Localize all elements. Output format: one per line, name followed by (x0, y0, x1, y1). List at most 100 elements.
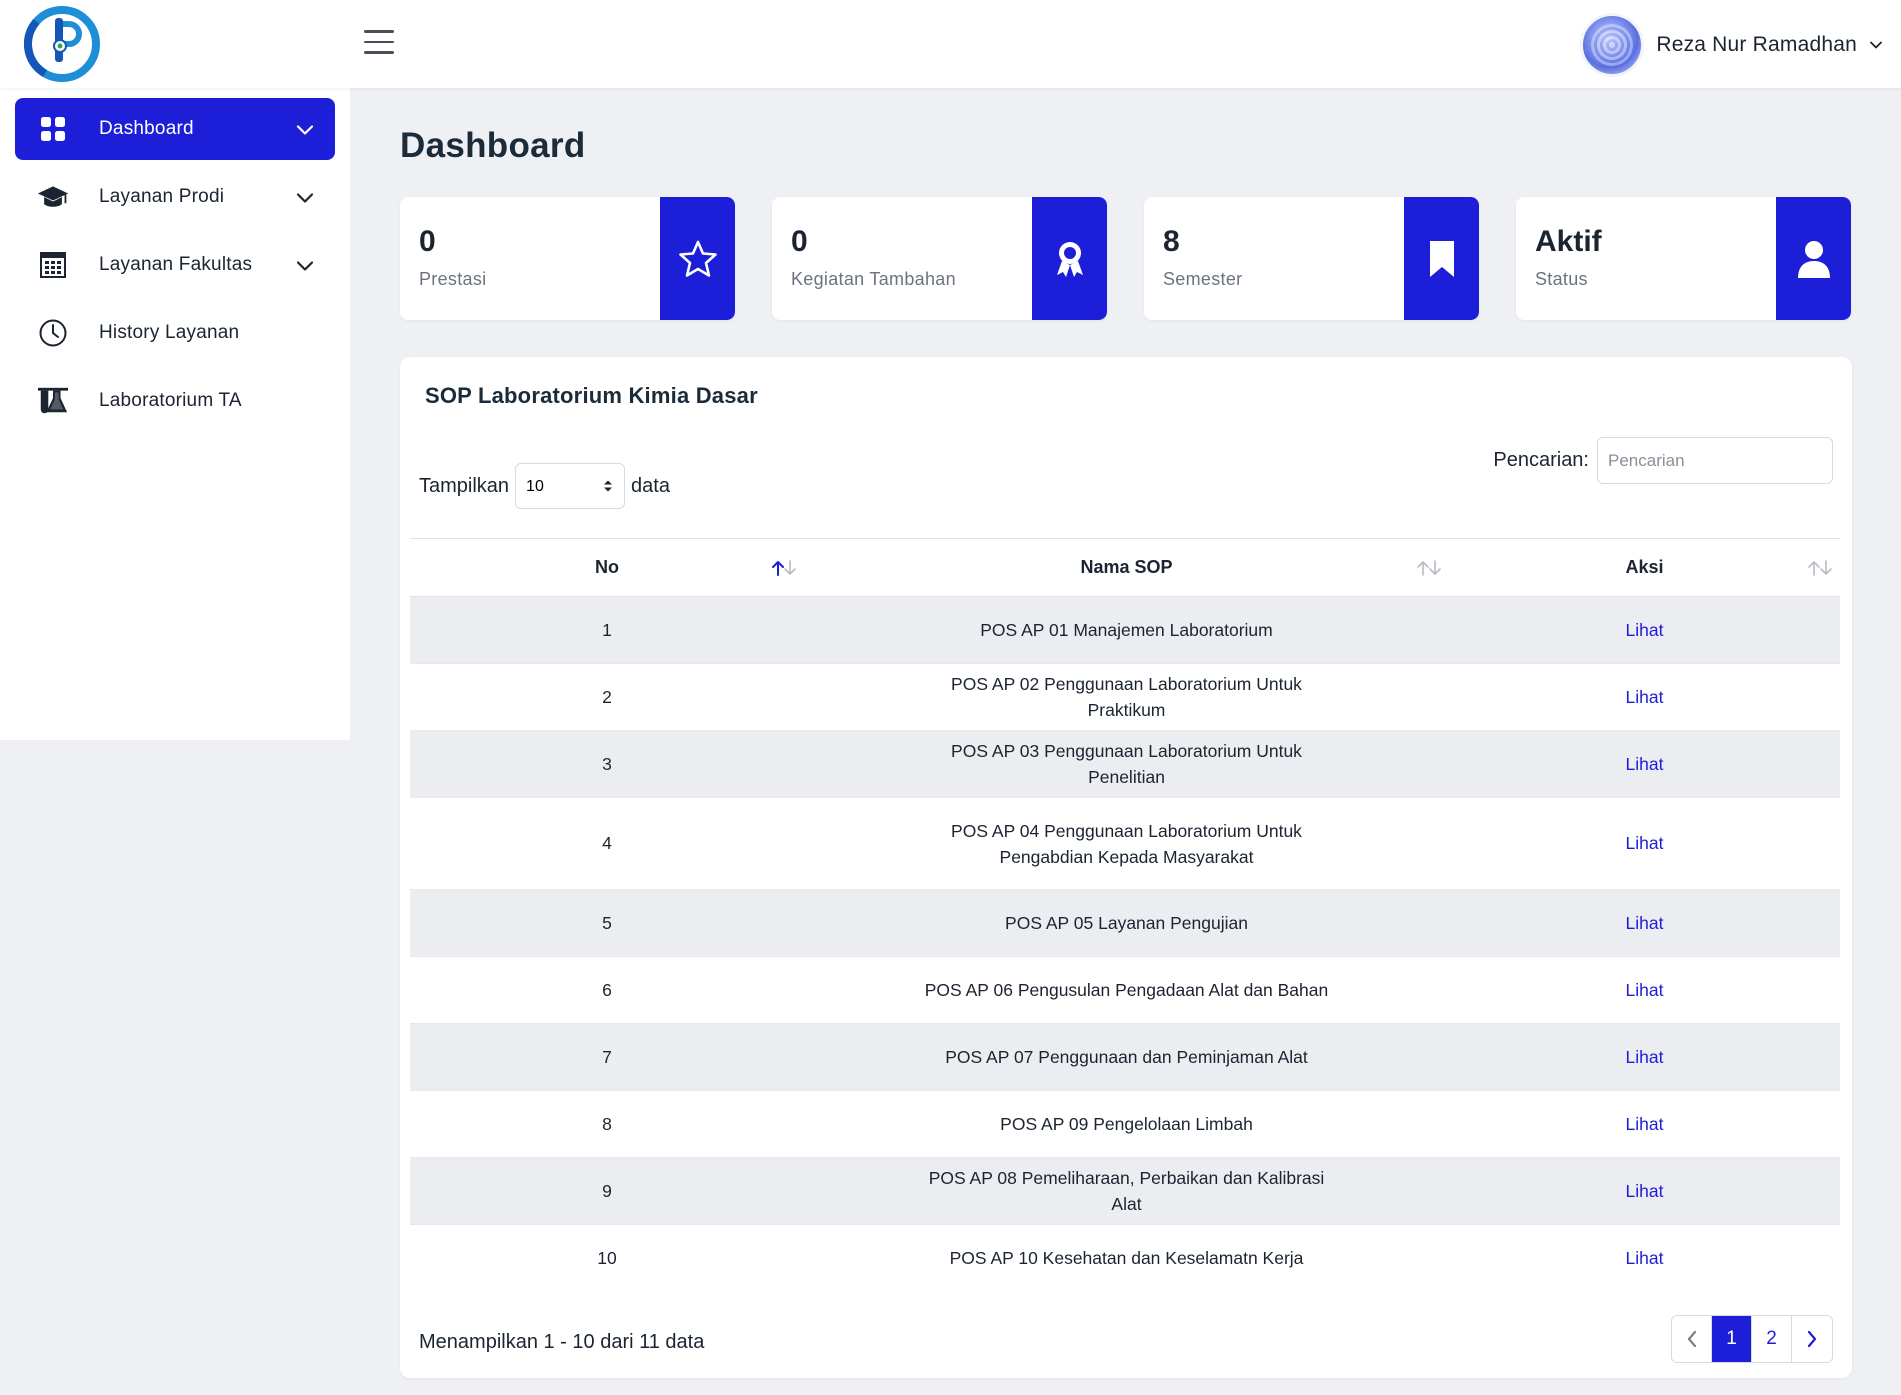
top-bar: Reza Nur Ramadhan (0, 0, 1901, 88)
column-header-aksi[interactable]: Aksi (1449, 538, 1840, 597)
row-number: 3 (410, 730, 804, 798)
sidebar-item-label: Dashboard (99, 118, 194, 139)
sidebar-item-label: Layanan Prodi (99, 186, 225, 207)
row-action: Lihat (1449, 797, 1840, 890)
pagination-next-button[interactable] (1792, 1316, 1832, 1362)
column-header-label: Nama SOP (1080, 557, 1173, 577)
column-header-no[interactable]: No (410, 538, 804, 597)
table-row: 2 POS AP 02 Penggunaan Laboratorium Untu… (410, 663, 1840, 731)
table-row: 7 POS AP 07 Penggunaan dan Peminjaman Al… (410, 1023, 1840, 1091)
table-row: 1 POS AP 01 Manajemen Laboratorium Lihat (410, 596, 1840, 664)
page-length-select[interactable]: 10 (515, 463, 626, 509)
sidebar-item-layanan-fakultas[interactable]: Layanan Fakultas (15, 234, 335, 296)
hamburger-line (364, 51, 394, 54)
view-link[interactable]: Lihat (1626, 833, 1664, 853)
hamburger-line (364, 40, 394, 43)
table-row: 6 POS AP 06 Pengusulan Pengadaan Alat da… (410, 956, 1840, 1024)
table-row: 9 POS AP 08 Pemeliharaan, Perbaikan dan … (410, 1157, 1840, 1225)
sidebar-item-label: Layanan Fakultas (99, 254, 253, 275)
length-prefix: Tampilkan (419, 474, 510, 497)
sidebar-item-layanan-prodi[interactable]: Layanan Prodi (15, 166, 335, 228)
row-action: Lihat (1449, 663, 1840, 731)
sop-card: SOP Laboratorium Kimia Dasar Tampilkan 1… (400, 357, 1852, 1378)
row-action: Lihat (1449, 1157, 1840, 1225)
view-link[interactable]: Lihat (1626, 1047, 1664, 1067)
sort-ascending-icon (772, 560, 796, 576)
table-info: Menampilkan 1 - 10 dari 11 data (419, 1331, 705, 1353)
table-row: 8 POS AP 09 Pengelolaan Limbah Lihat (410, 1090, 1840, 1158)
hamburger-line (364, 30, 394, 33)
sop-name: POS AP 01 Manajemen Laboratorium (804, 596, 1449, 664)
table-row: 4 POS AP 04 Penggunaan Laboratorium Untu… (410, 797, 1840, 890)
stat-card-status: Aktif Status (1516, 197, 1851, 320)
row-action: Lihat (1449, 1023, 1840, 1091)
view-link[interactable]: Lihat (1626, 620, 1664, 640)
app-logo[interactable] (24, 6, 100, 82)
view-link[interactable]: Lihat (1626, 1248, 1664, 1268)
table-row: 5 POS AP 05 Layanan Pengujian Lihat (410, 889, 1840, 957)
sop-name: POS AP 03 Penggunaan Laboratorium Untuk … (804, 730, 1449, 798)
user-icon (1776, 197, 1851, 320)
view-link[interactable]: Lihat (1626, 754, 1664, 774)
column-header-nama-sop[interactable]: Nama SOP (804, 538, 1449, 597)
row-action: Lihat (1449, 889, 1840, 957)
chevron-down-icon (296, 125, 314, 135)
table-row: 3 POS AP 03 Penggunaan Laboratorium Untu… (410, 730, 1840, 798)
star-icon (660, 197, 735, 320)
row-number: 9 (410, 1157, 804, 1225)
view-link[interactable]: Lihat (1626, 1114, 1664, 1134)
row-number: 6 (410, 956, 804, 1024)
stat-card-semester: 8 Semester (1144, 197, 1479, 320)
row-action: Lihat (1449, 596, 1840, 664)
chevron-down-icon (296, 261, 314, 271)
sop-name: POS AP 06 Pengusulan Pengadaan Alat dan … (804, 956, 1449, 1024)
row-number: 1 (410, 596, 804, 664)
table-header-row: No Nama SOP Aksi (410, 538, 1840, 597)
sop-name: POS AP 02 Penggunaan Laboratorium Untuk … (804, 663, 1449, 731)
stat-label: Prestasi (419, 269, 487, 289)
view-link[interactable]: Lihat (1626, 913, 1664, 933)
flask-icon (37, 385, 69, 417)
search-control: Pencarian: (1493, 437, 1833, 484)
sop-name: POS AP 07 Penggunaan dan Peminjaman Alat (804, 1023, 1449, 1091)
chevron-left-icon (1687, 1330, 1696, 1348)
sort-icon (1808, 560, 1832, 576)
chevron-down-icon (296, 193, 314, 203)
column-header-label: Aksi (1625, 557, 1664, 577)
view-link[interactable]: Lihat (1626, 687, 1664, 707)
stat-value: 0 (791, 225, 808, 258)
view-link[interactable]: Lihat (1626, 1181, 1664, 1201)
sop-name: POS AP 10 Kesehatan dan Keselamatn Kerja (949, 1248, 1304, 1269)
view-link[interactable]: Lihat (1626, 980, 1664, 1000)
graduation-cap-icon (37, 181, 69, 213)
sidebar-item-laboratorium-ta[interactable]: Laboratorium TA (15, 370, 335, 432)
user-menu[interactable]: Reza Nur Ramadhan (1580, 13, 1883, 77)
sidebar: Dashboard Layanan Prodi Layanan Fakultas… (0, 88, 350, 740)
sop-name: POS AP 04 Penggunaan Laboratorium Untuk … (804, 797, 1449, 890)
page-length-control: Tampilkan 10 data (419, 463, 670, 509)
clock-icon (37, 317, 69, 349)
pagination: 1 2 (1671, 1315, 1833, 1363)
stat-value: 0 (419, 225, 436, 258)
building-icon (37, 249, 69, 281)
pagination-page-2[interactable]: 2 (1752, 1316, 1792, 1362)
row-number: 4 (410, 797, 804, 890)
sidebar-item-dashboard[interactable]: Dashboard (15, 98, 335, 160)
stat-label: Kegiatan Tambahan (791, 269, 956, 289)
search-input[interactable] (1597, 437, 1833, 484)
award-icon (1032, 197, 1107, 320)
row-number: 10 (597, 1247, 617, 1268)
sop-card-title: SOP Laboratorium Kimia Dasar (425, 383, 758, 408)
pagination-previous-button[interactable] (1672, 1316, 1712, 1362)
row-number: 7 (410, 1023, 804, 1091)
pagination-page-1[interactable]: 1 (1712, 1316, 1752, 1362)
chevron-down-icon (1870, 41, 1882, 49)
menu-toggle-button[interactable] (364, 30, 394, 56)
row-number: 2 (410, 663, 804, 731)
row-number: 5 (410, 889, 804, 957)
column-header-label: No (595, 557, 619, 577)
row-action: Lihat (1449, 1225, 1840, 1292)
sidebar-item-history-layanan[interactable]: History Layanan (15, 302, 335, 364)
row-action: Lihat (1449, 1090, 1840, 1158)
sop-table: No Nama SOP Aksi 1 POS AP 01 Manajemen L… (410, 538, 1840, 1292)
